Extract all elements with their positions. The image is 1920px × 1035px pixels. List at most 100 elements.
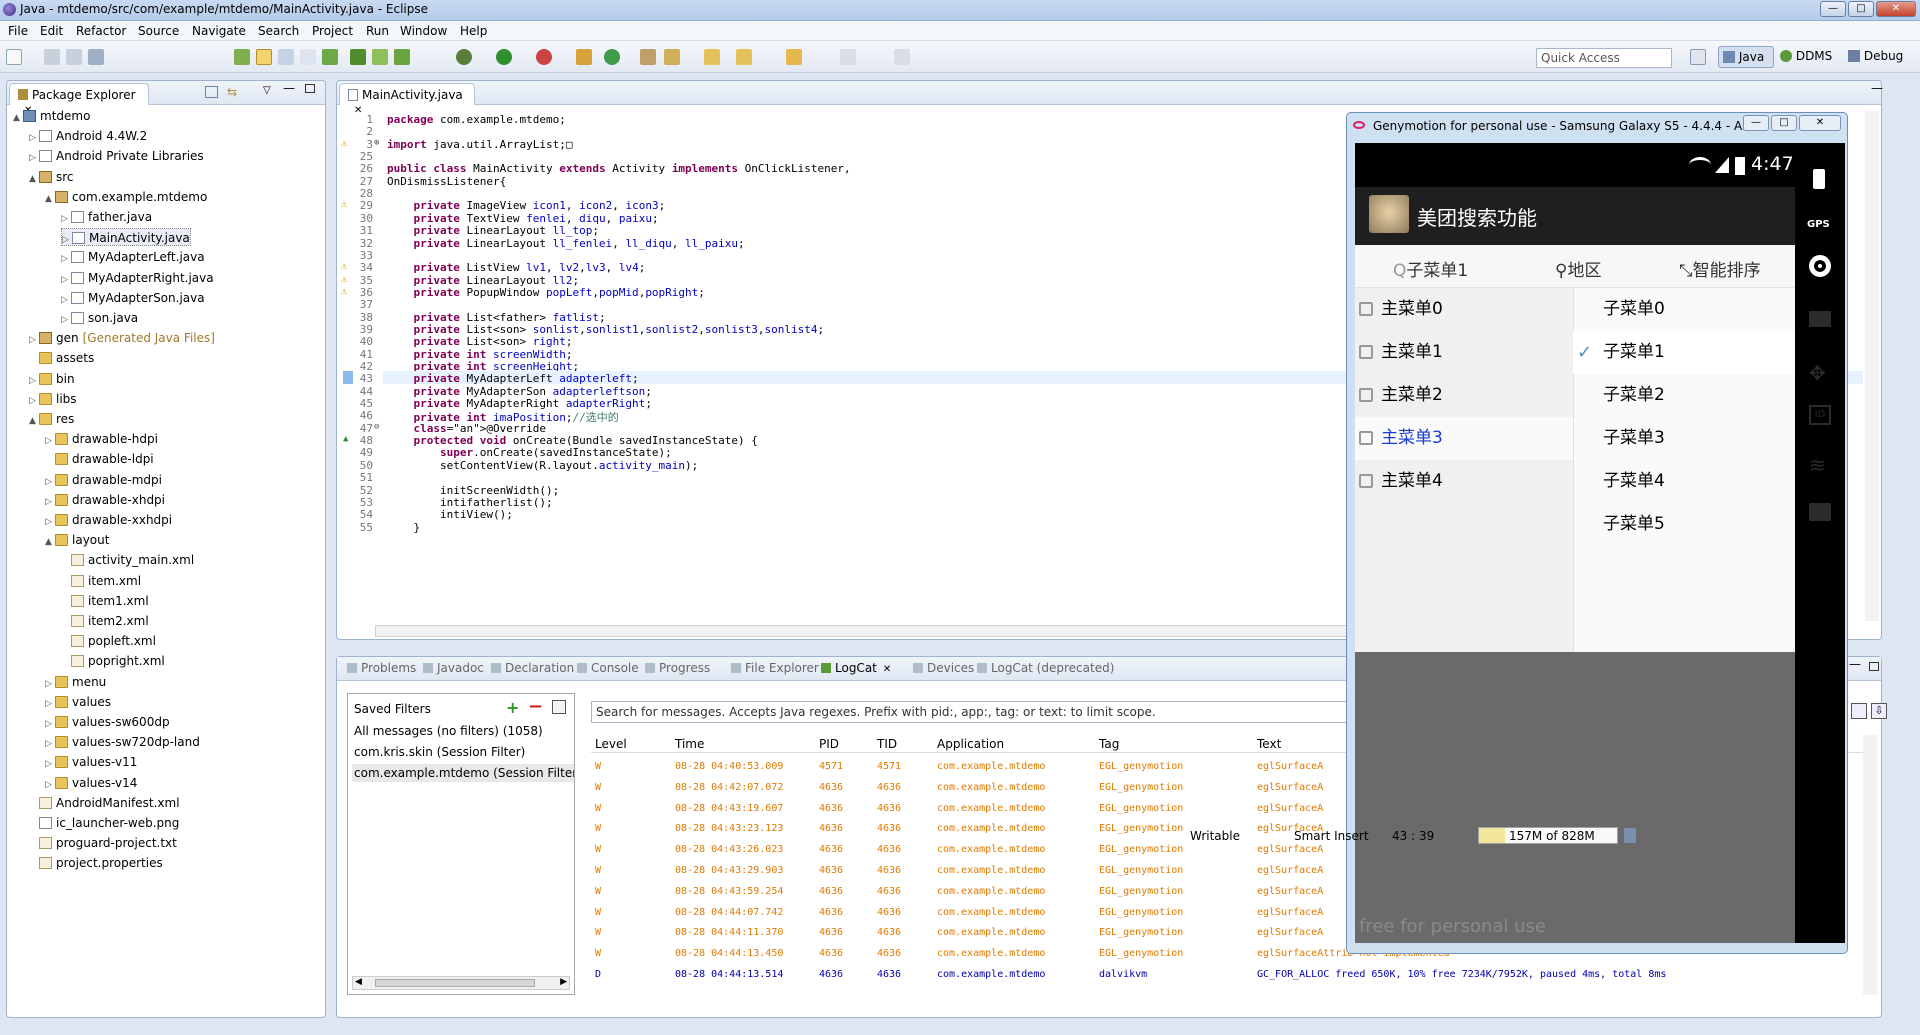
- tree-expand-arrow-icon[interactable]: ▷: [61, 271, 71, 289]
- tree-item[interactable]: ▲ src: [29, 168, 74, 186]
- right-menu-item[interactable]: 子菜单3: [1573, 417, 1795, 460]
- tree-expand-arrow-icon[interactable]: ▷: [45, 473, 55, 491]
- tree-expand-arrow-icon[interactable]: ▷: [29, 372, 39, 390]
- new-icon[interactable]: [6, 49, 22, 65]
- tree-expand-arrow-icon[interactable]: ▷: [45, 493, 55, 511]
- tab-main-activity[interactable]: MainActivity.java ✕: [339, 83, 475, 116]
- tree-expand-arrow-icon[interactable]: ▷: [45, 675, 55, 693]
- tab-console[interactable]: Console: [577, 661, 639, 675]
- edit-filter-icon[interactable]: [552, 700, 566, 714]
- column-header-time[interactable]: Time: [675, 737, 704, 751]
- right-menu-item[interactable]: 子菜单4: [1573, 460, 1795, 503]
- tree-item[interactable]: ▷ MyAdapterSon.java: [61, 289, 205, 307]
- video-icon[interactable]: [1809, 311, 1831, 327]
- minimize-button[interactable]: —: [1820, 1, 1846, 17]
- message-icon[interactable]: [1809, 503, 1831, 521]
- scroll-thumb[interactable]: [375, 979, 535, 987]
- tab-problems[interactable]: Problems: [347, 661, 416, 675]
- new-package-icon[interactable]: [604, 49, 620, 65]
- tab-logcat[interactable]: LogCat ✕: [821, 661, 891, 675]
- tree-item[interactable]: ▷ drawable-xhdpi: [45, 491, 165, 509]
- tree-item[interactable]: ▲ mtdemo: [13, 107, 90, 125]
- minimize-view-icon[interactable]: —: [283, 81, 295, 95]
- tree-expand-arrow-icon[interactable]: ▷: [29, 392, 39, 410]
- battery-icon[interactable]: [1813, 169, 1825, 189]
- editor-vertical-scrollbar[interactable]: [1865, 111, 1879, 621]
- perspective-debug[interactable]: Debug: [1848, 49, 1903, 63]
- scroll-right-icon[interactable]: ▶: [560, 977, 567, 987]
- tree-expand-arrow-icon[interactable]: ▷: [45, 715, 55, 733]
- filters-horizontal-scrollbar[interactable]: ◀ ▶: [352, 976, 570, 990]
- tree-item[interactable]: proguard-project.txt: [29, 834, 177, 852]
- tree-item[interactable]: ▷ values: [45, 693, 111, 711]
- log-row[interactable]: D 08-28 04:44:13.514 4636 4636 com.example.m…: [591, 967, 1867, 983]
- add-filter-icon[interactable]: +: [506, 698, 519, 717]
- right-menu-item[interactable]: ✓ 子菜单1: [1573, 331, 1795, 374]
- menu-navigate[interactable]: Navigate: [192, 24, 246, 38]
- perspective-java[interactable]: Java: [1718, 46, 1774, 68]
- left-menu-item[interactable]: 主菜单1: [1355, 331, 1573, 374]
- maximize-view-icon[interactable]: [305, 84, 315, 93]
- tree-item[interactable]: ▷ drawable-xxhdpi: [45, 511, 172, 529]
- toggle-icon[interactable]: [278, 49, 294, 65]
- tree-item[interactable]: ▷ son.java: [61, 309, 138, 327]
- tree-expand-arrow-icon[interactable]: ▷: [61, 291, 71, 309]
- tree-item[interactable]: ▷ bin: [29, 370, 75, 388]
- show-whitespace-icon[interactable]: [300, 49, 316, 65]
- tree-item[interactable]: ▲ layout: [45, 531, 109, 549]
- column-header-tag[interactable]: Tag: [1099, 737, 1119, 751]
- open-perspective-icon[interactable]: [1690, 49, 1706, 65]
- left-menu-item[interactable]: 主菜单3: [1355, 417, 1573, 460]
- tree-item[interactable]: AndroidManifest.xml: [29, 794, 180, 812]
- column-header-level[interactable]: Level: [595, 737, 627, 751]
- quick-access-input[interactable]: Quick Access: [1536, 48, 1672, 68]
- save-all-icon[interactable]: [66, 49, 82, 65]
- android-new-icon[interactable]: [394, 49, 410, 65]
- tab-package-explorer[interactable]: Package Explorer ✕: [9, 83, 149, 116]
- remove-filter-icon[interactable]: −: [528, 696, 543, 717]
- tree-item[interactable]: ▷ values-sw720dp-land: [45, 733, 200, 751]
- open-type-icon[interactable]: [640, 49, 656, 65]
- filter-category[interactable]: Q子菜单1: [1393, 256, 1468, 281]
- minimize-bottom-view-icon[interactable]: —: [1849, 657, 1861, 671]
- filter-item-mtdemo[interactable]: com.example.mtdemo (Session Filter: [352, 764, 574, 782]
- left-menu-item[interactable]: 主菜单4: [1355, 460, 1573, 503]
- save-icon[interactable]: [44, 49, 60, 65]
- tree-item[interactable]: ▷ drawable-mdpi: [45, 471, 162, 489]
- left-menu-item[interactable]: 主菜单0: [1355, 288, 1573, 331]
- mark-occurrences-icon[interactable]: [256, 49, 272, 65]
- tree-item[interactable]: ▷ Android Private Libraries: [29, 147, 204, 165]
- close-button[interactable]: ✕: [1876, 1, 1916, 17]
- tree-expand-arrow-icon[interactable]: ▷: [45, 755, 55, 773]
- close-logcat-icon[interactable]: ✕: [883, 664, 891, 675]
- tree-item[interactable]: ▷ gen [Generated Java Files]: [29, 329, 215, 347]
- tree-item[interactable]: item1.xml: [61, 592, 149, 610]
- geny-minimize-button[interactable]: —: [1743, 115, 1769, 131]
- tab-logcat-deprecated-[interactable]: LogCat (deprecated): [977, 661, 1114, 675]
- tree-item[interactable]: assets: [29, 349, 94, 367]
- move-icon[interactable]: ✥: [1809, 361, 1826, 385]
- run-icon[interactable]: [496, 49, 512, 65]
- menu-refactor[interactable]: Refactor: [76, 24, 126, 38]
- tab-file-explorer[interactable]: File Explorer: [731, 661, 819, 675]
- next-annotation-icon[interactable]: [704, 49, 720, 65]
- tree-item[interactable]: ▷ values-v11: [45, 753, 137, 771]
- android-avd-icon[interactable]: [322, 49, 338, 65]
- external-tools-icon[interactable]: [536, 49, 552, 65]
- tree-item[interactable]: ▷ Android 4.4W.2: [29, 127, 147, 145]
- view-menu-icon[interactable]: ▽: [263, 85, 271, 96]
- column-header-pid[interactable]: PID: [819, 737, 839, 751]
- tree-item[interactable]: ic_launcher-web.png: [29, 814, 179, 832]
- menu-project[interactable]: Project: [312, 24, 353, 38]
- tree-expand-arrow-icon[interactable]: ▷: [61, 250, 71, 268]
- menu-window[interactable]: Window: [400, 24, 447, 38]
- tree-item[interactable]: drawable-ldpi: [45, 450, 154, 468]
- tree-item[interactable]: project.properties: [29, 854, 163, 872]
- tree-expand-arrow-icon[interactable]: ▲: [13, 109, 23, 127]
- back-icon[interactable]: [786, 49, 802, 65]
- forward-icon[interactable]: [840, 49, 856, 65]
- tree-item[interactable]: activity_main.xml: [61, 551, 194, 569]
- id-icon[interactable]: ID: [1809, 405, 1831, 425]
- tree-expand-arrow-icon[interactable]: ▷: [45, 695, 55, 713]
- tree-item[interactable]: ▷ MainActivity.java: [61, 228, 191, 247]
